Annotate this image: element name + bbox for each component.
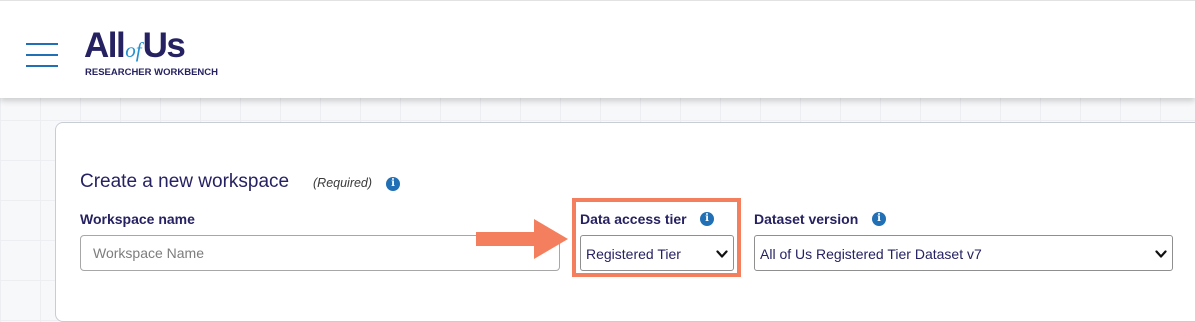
info-icon[interactable]: i [386, 177, 400, 191]
info-icon[interactable]: i [872, 212, 886, 226]
logo-wordmark: AllofUs [84, 26, 186, 65]
page-title: Create a new workspace [80, 171, 290, 192]
logo-subtitle: RESEARCHER WORKBENCH [85, 67, 219, 78]
workspace-name-label: Workspace name [80, 211, 195, 227]
dataset-version-select[interactable]: All of Us Registered Tier Dataset v7 [754, 235, 1173, 271]
dataset-version-value: All of Us Registered Tier Dataset v7 [760, 246, 982, 262]
all-of-us-logo[interactable]: AllofUs RESEARCHER WORKBENCH [84, 27, 254, 83]
chevron-down-icon [1155, 250, 1167, 258]
annotation-highlight-box [572, 198, 741, 277]
dataset-version-label: Dataset version [754, 211, 859, 227]
hamburger-menu-icon[interactable] [26, 41, 58, 69]
required-note: (Required) [313, 176, 373, 190]
app-header: AllofUs RESEARCHER WORKBENCH [0, 0, 1195, 98]
arrow-right-icon [476, 219, 568, 259]
